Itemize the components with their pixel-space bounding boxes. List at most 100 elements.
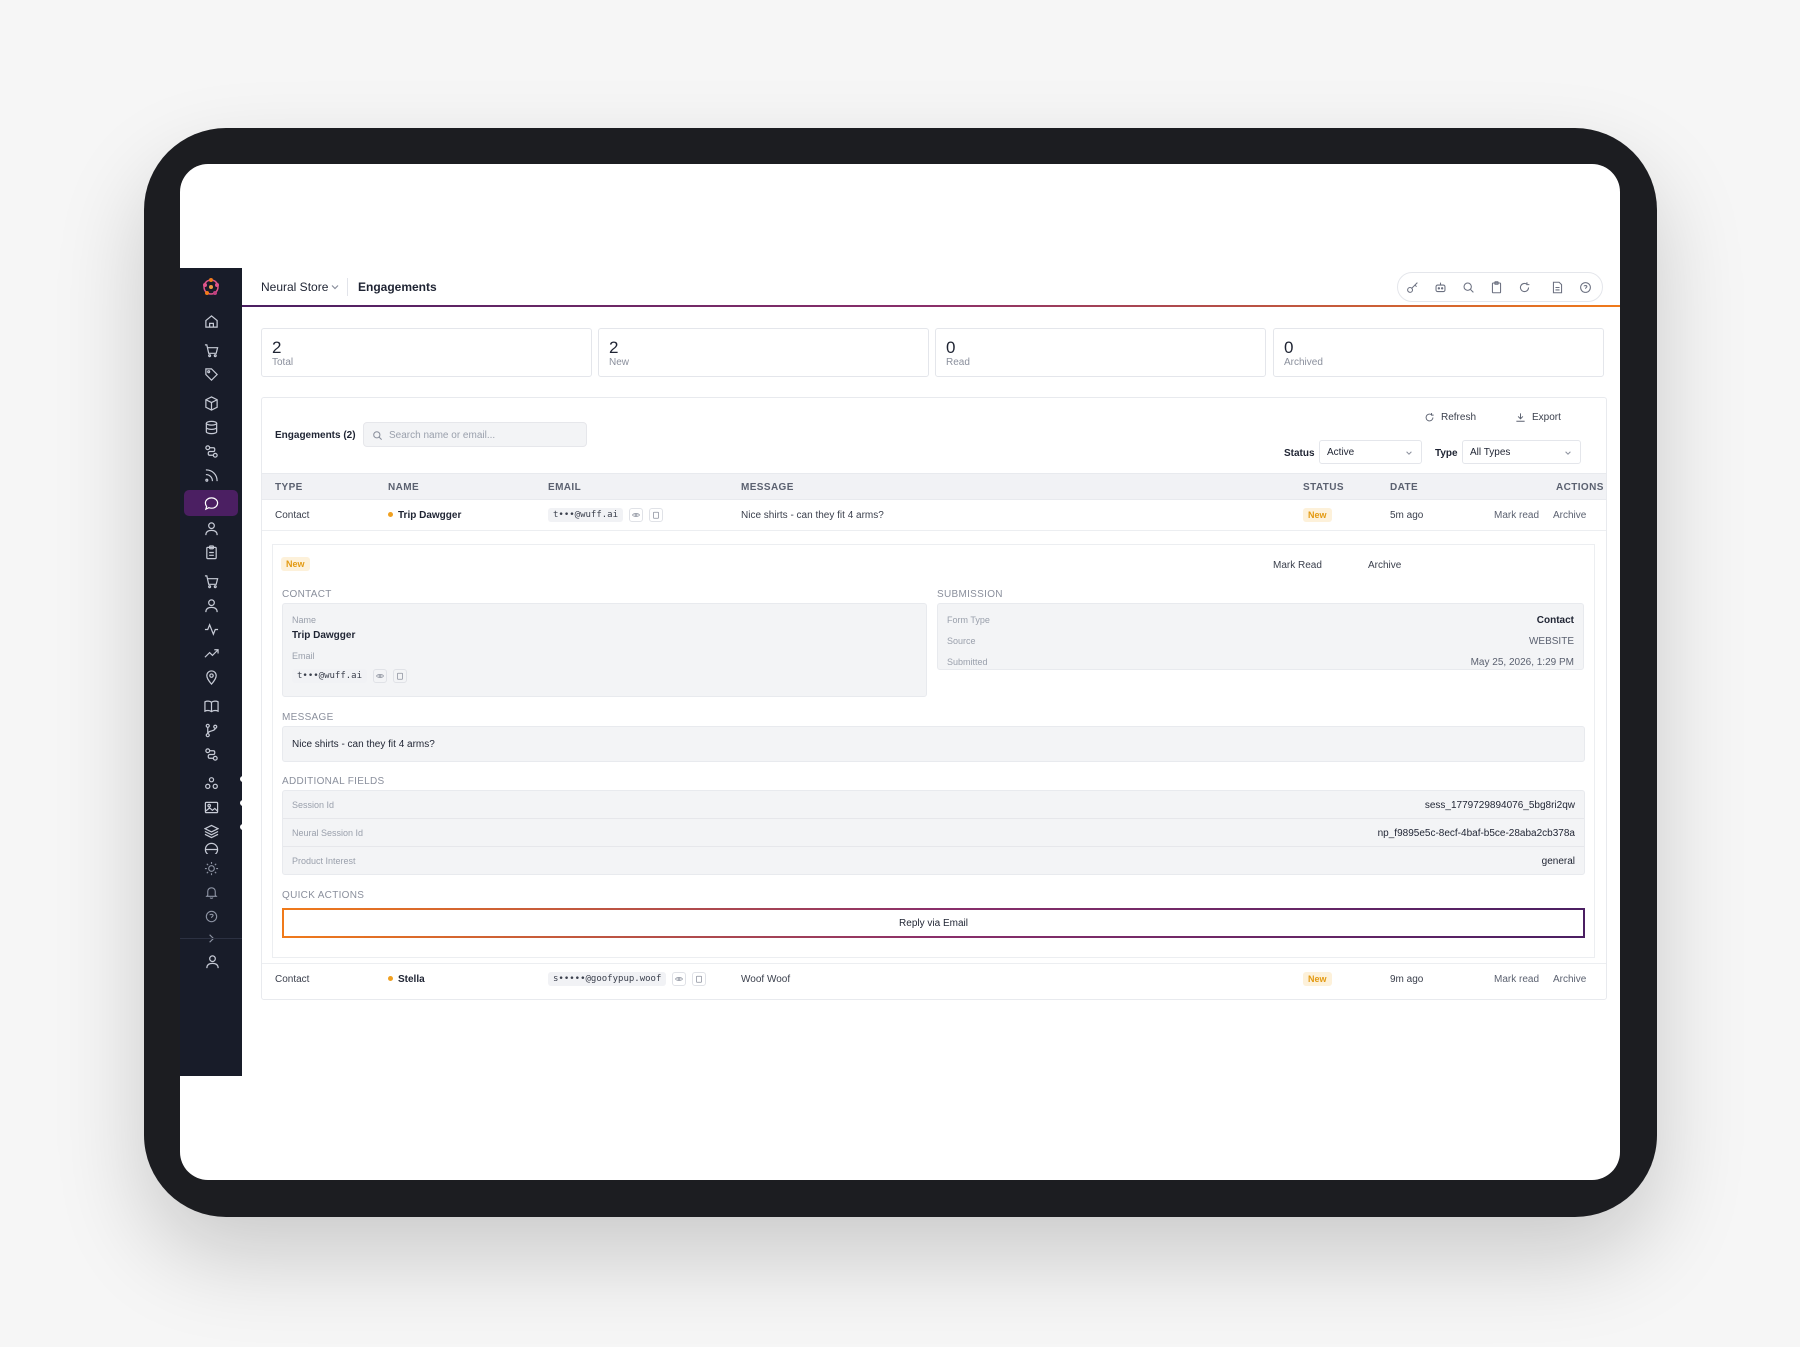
route-icon [204,444,218,458]
copy-icon [696,975,703,983]
eye-icon [675,977,684,981]
nav-locations[interactable] [184,664,238,690]
tablet-screen: Neural Store Engagements 2 Total 2 New 0… [180,164,1620,1180]
nav-workflows[interactable] [184,741,238,767]
brand-logo-icon[interactable] [199,275,223,299]
column-header-email[interactable]: EMAIL [548,482,581,493]
top-header: Neural Store Engagements [242,268,1620,306]
field-value: sess_1779729894076_5bg8ri2qw [1424,800,1575,811]
eye-icon [376,674,384,678]
reveal-email-button[interactable] [672,972,687,986]
search-input[interactable] [389,427,579,443]
reply-via-email-button[interactable]: Reply via Email [282,908,1585,938]
clipboard-button[interactable] [1489,280,1503,294]
copy-email-button[interactable] [393,669,408,683]
nav-cart[interactable] [184,337,238,363]
user-icon [204,598,218,612]
key-button[interactable] [1405,280,1419,294]
column-header-date[interactable]: DATE [1390,482,1418,493]
nav-overflow[interactable] [184,842,238,854]
sidebar-divider [180,938,242,939]
box-icon [204,395,218,411]
nav-database[interactable] [184,414,238,440]
refresh-button[interactable] [1517,280,1531,294]
export-button[interactable]: Export [1515,412,1561,423]
nav-trends[interactable] [184,640,238,666]
mark-read-button[interactable]: Mark Read [1273,560,1322,571]
quick-actions-label: QUICK ACTIONS [282,890,365,901]
nav-home[interactable] [184,308,238,334]
contact-section-label: CONTACT [282,589,332,600]
table-row[interactable]: Contact Trip Dawgger t•••@wuff.ai Nice s… [262,500,1606,531]
nav-account[interactable] [185,948,239,974]
nav-feeds[interactable] [184,462,238,488]
mark-read-link[interactable]: Mark read [1494,510,1539,521]
help-button[interactable] [1578,280,1592,294]
cart-icon [204,574,218,588]
stat-value: 2 [272,338,282,357]
field-row: Product Interest general [283,847,1584,874]
document-button[interactable] [1550,280,1564,294]
bot-button[interactable] [1433,280,1447,294]
nav-clipboard[interactable] [184,539,238,565]
nav-media[interactable] [184,794,246,820]
nav-users[interactable] [184,515,238,541]
nav-customers[interactable] [184,592,238,618]
nav-connections[interactable] [184,438,238,464]
stat-value: 0 [946,338,956,357]
nav-activity[interactable] [184,616,238,642]
help-icon [1579,281,1591,293]
column-header-name[interactable]: NAME [388,482,419,493]
copy-email-button[interactable] [692,972,707,986]
search-box[interactable] [363,422,587,447]
status-filter-label: Status [1284,448,1315,459]
archive-link[interactable]: Archive [1553,974,1586,985]
cell-email: t•••@wuff.ai [548,506,664,524]
chevron-down-icon [1565,451,1571,455]
reveal-email-button[interactable] [373,669,388,683]
search-button[interactable] [1461,280,1475,294]
copy-email-button[interactable] [649,508,664,522]
type-filter-select[interactable]: All Types [1462,440,1581,464]
reveal-email-button[interactable] [629,508,644,522]
nav-tags[interactable] [184,361,238,387]
detail-status-badge: New [281,557,310,571]
book-icon [203,700,219,712]
column-header-message[interactable]: MESSAGE [741,482,794,493]
home-icon [204,314,218,328]
column-header-type[interactable]: TYPE [275,482,303,493]
store-switcher[interactable]: Neural Store [261,280,328,294]
table-row[interactable]: Contact Stella s•••••@goofypup.woof Woof… [262,963,1606,994]
archive-button[interactable]: Archive [1368,560,1401,571]
archive-link[interactable]: Archive [1553,510,1586,521]
status-filter-select[interactable]: Active [1319,440,1422,464]
form-type-value: Contact [1536,615,1574,626]
nav-layers[interactable] [184,818,246,844]
cart-icon [204,343,218,357]
app-window: Neural Store Engagements 2 Total 2 New 0… [180,268,1620,1076]
nav-orders[interactable] [184,568,238,594]
chevron-down-icon[interactable] [330,282,340,292]
nav-branches[interactable] [184,717,238,743]
message-value: Nice shirts - can they fit 4 arms? [292,739,435,750]
column-header-status[interactable]: STATUS [1303,482,1344,493]
detail-email: t•••@wuff.ai [292,667,408,685]
cell-name: Stella [388,974,425,985]
nav-theme[interactable] [184,855,238,881]
user-icon [205,954,219,968]
help-icon [205,910,217,922]
nav-integrations[interactable] [184,770,246,796]
refresh-button[interactable]: Refresh [1424,412,1476,423]
nav-notifications[interactable] [184,879,238,905]
mark-read-link[interactable]: Mark read [1494,974,1539,985]
stat-label: Archived [1284,357,1323,368]
unread-dot [388,976,393,981]
submitted-key: Submitted [947,657,988,667]
tag-icon [204,367,218,381]
nav-products[interactable] [184,390,238,416]
nav-docs[interactable] [184,693,238,719]
nav-engagements[interactable] [184,490,238,516]
stat-value: 2 [609,338,619,357]
clipboard-icon [205,544,217,559]
chevron-down-icon [1406,451,1412,455]
